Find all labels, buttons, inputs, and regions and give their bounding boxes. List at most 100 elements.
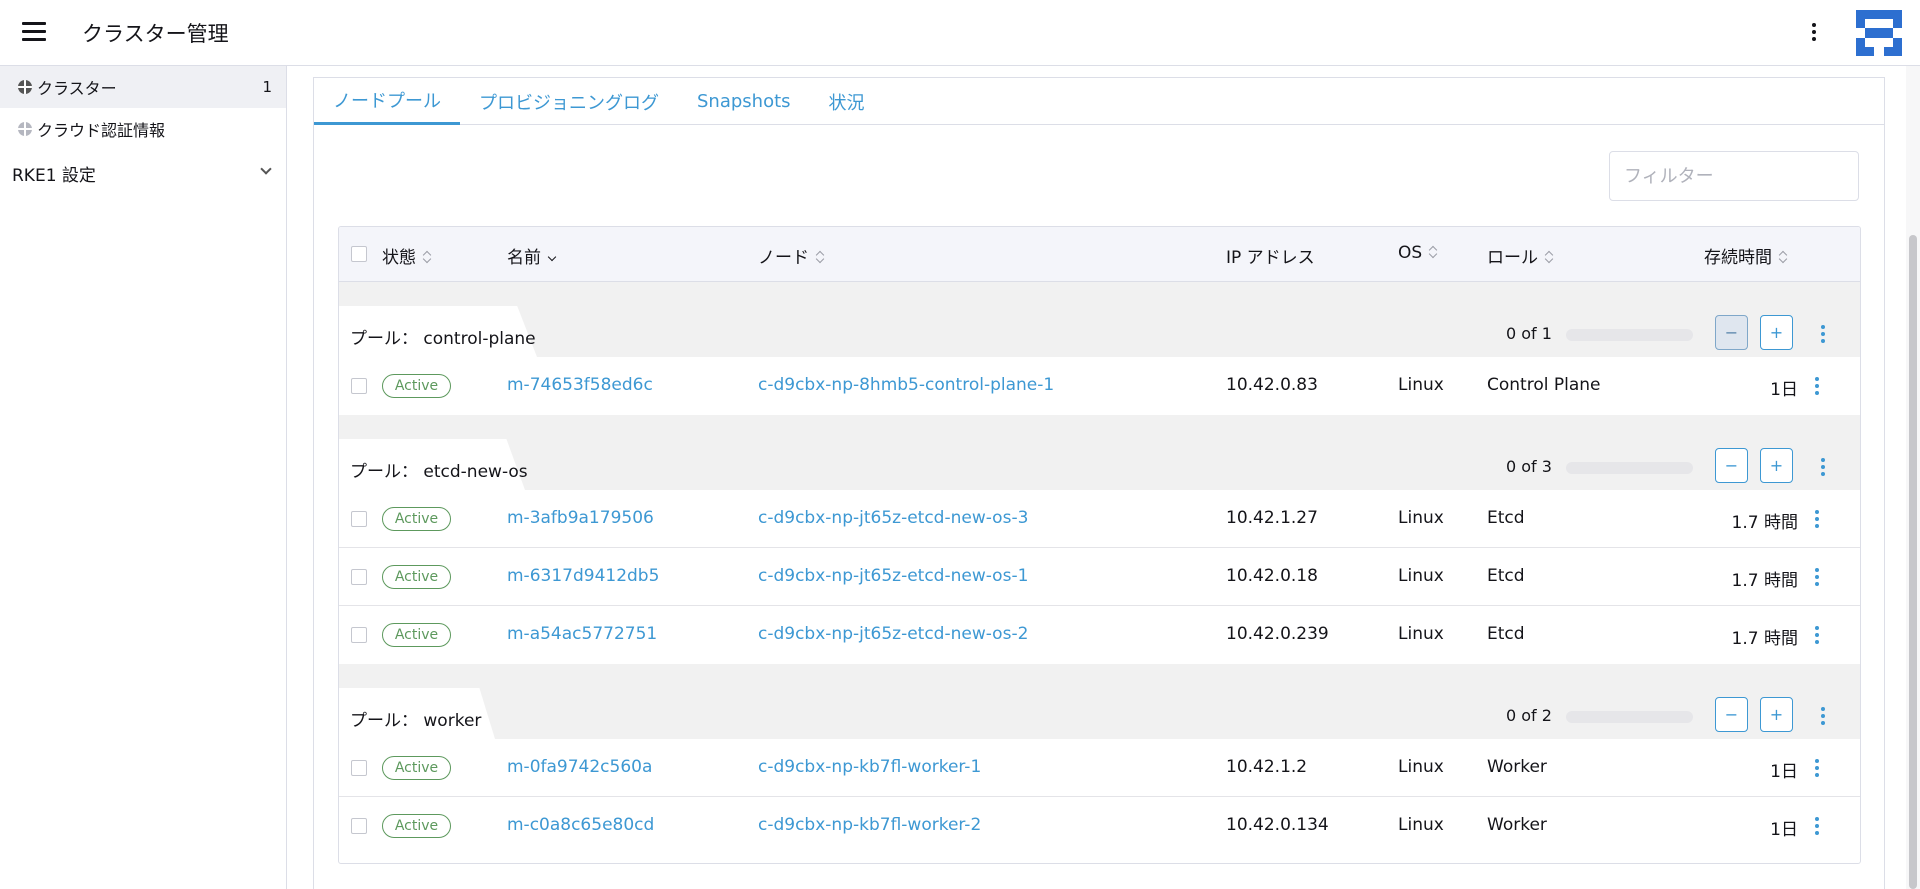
table-row: Active m-6317d9412db5 c-d9cbx-np-jt65z-etc… — [339, 548, 1860, 606]
pool-group-header: プール： etcd-new-os 0 of 3 − + — [339, 415, 1860, 490]
pool-actions-kebab-icon[interactable] — [1813, 455, 1833, 479]
status-badge: Active — [382, 565, 451, 589]
scale-down-button[interactable]: − — [1715, 315, 1748, 350]
row-actions-kebab-icon[interactable] — [1807, 623, 1827, 647]
row-checkbox[interactable] — [351, 378, 367, 394]
pool-progress-bar — [1566, 711, 1693, 723]
pool-label: プール： worker — [350, 711, 482, 731]
column-header-age[interactable]: 存続時間 — [1704, 243, 1788, 268]
machine-name-link[interactable]: m-0fa9742c560a — [507, 757, 652, 777]
sidebar-group-rke1-settings[interactable]: RKE1 設定 — [0, 150, 286, 196]
sort-icon — [1544, 250, 1554, 264]
table-row: Active m-0fa9742c560a c-d9cbx-np-kb7fl-wor… — [339, 739, 1860, 797]
pool-actions-kebab-icon[interactable] — [1813, 704, 1833, 728]
pool-node-count: 0 of 3 — [1506, 457, 1552, 476]
os-value: Linux — [1398, 375, 1444, 395]
sidebar-item-count: 1 — [262, 78, 272, 96]
row-actions-kebab-icon[interactable] — [1807, 756, 1827, 780]
machine-name-link[interactable]: m-c0a8c65e80cd — [507, 815, 654, 835]
sidebar: クラスター 1 クラウド認証情報 RKE1 設定 — [0, 66, 287, 889]
age-value: 1日 — [1770, 762, 1798, 782]
filter-input[interactable] — [1609, 151, 1859, 201]
table-row: Active m-a54ac5772751 c-d9cbx-np-jt65z-etc… — [339, 606, 1860, 664]
machine-name-link[interactable]: m-6317d9412db5 — [507, 566, 659, 586]
node-name-link[interactable]: c-d9cbx-np-kb7fl-worker-2 — [758, 815, 981, 835]
status-badge: Active — [382, 623, 451, 647]
node-name-link[interactable]: c-d9cbx-np-jt65z-etcd-new-os-3 — [758, 508, 1028, 528]
select-all-checkbox[interactable] — [351, 246, 367, 262]
pool-label: プール： control-plane — [350, 329, 536, 349]
sort-icon — [815, 250, 825, 264]
sidebar-item-clusters[interactable]: クラスター 1 — [0, 66, 286, 108]
more-options-icon[interactable] — [1800, 18, 1828, 46]
globe-icon — [18, 122, 32, 136]
column-header-os[interactable]: OS — [1398, 243, 1438, 263]
scale-up-button[interactable]: + — [1760, 697, 1793, 732]
pool-actions-kebab-icon[interactable] — [1813, 322, 1833, 346]
row-actions-kebab-icon[interactable] — [1807, 507, 1827, 531]
ip-address: 10.42.0.134 — [1226, 815, 1329, 835]
row-checkbox[interactable] — [351, 760, 367, 776]
table-row: Active m-c0a8c65e80cd c-d9cbx-np-kb7fl-wor… — [339, 797, 1860, 855]
table-row: Active m-74653f58ed6c c-d9cbx-np-8hmb5-con… — [339, 357, 1860, 415]
avatar[interactable] — [1856, 10, 1902, 56]
column-header-ip: IP アドレス — [1226, 248, 1315, 268]
pool-node-count: 0 of 2 — [1506, 706, 1552, 725]
table-row: Active m-3afb9a179506 c-d9cbx-np-jt65z-etc… — [339, 490, 1860, 548]
age-value: 1日 — [1770, 820, 1798, 840]
tab-bar: ノードプール プロビジョニングログ Snapshots 状況 — [314, 78, 1884, 125]
row-actions-kebab-icon[interactable] — [1807, 374, 1827, 398]
scale-up-button[interactable]: + — [1760, 315, 1793, 350]
pool-group-header: プール： control-plane 0 of 1 − + — [339, 282, 1860, 357]
tab-provisioning-log[interactable]: プロビジョニングログ — [460, 78, 678, 125]
node-name-link[interactable]: c-d9cbx-np-kb7fl-worker-1 — [758, 757, 981, 777]
column-header-name[interactable]: 名前 — [507, 243, 557, 268]
ip-address: 10.42.1.27 — [1226, 508, 1318, 528]
os-value: Linux — [1398, 566, 1444, 586]
os-value: Linux — [1398, 508, 1444, 528]
status-badge: Active — [382, 756, 451, 780]
scale-down-button[interactable]: − — [1715, 448, 1748, 483]
status-badge: Active — [382, 814, 451, 838]
sort-icon — [422, 250, 432, 264]
sort-icon — [1778, 250, 1788, 264]
machine-name-link[interactable]: m-a54ac5772751 — [507, 624, 657, 644]
scale-up-button[interactable]: + — [1760, 448, 1793, 483]
hamburger-icon[interactable] — [22, 22, 46, 42]
tab-conditions[interactable]: 状況 — [810, 78, 884, 125]
node-name-link[interactable]: c-d9cbx-np-jt65z-etcd-new-os-1 — [758, 566, 1028, 586]
row-checkbox[interactable] — [351, 569, 367, 585]
globe-icon — [18, 80, 32, 94]
role-value: Worker — [1487, 757, 1547, 777]
chevron-down-icon — [260, 163, 272, 175]
os-value: Linux — [1398, 757, 1444, 777]
pool-node-count: 0 of 1 — [1506, 324, 1552, 343]
status-badge: Active — [382, 507, 451, 531]
row-checkbox[interactable] — [351, 818, 367, 834]
scrollbar-thumb[interactable] — [1909, 235, 1917, 889]
sort-icon — [1428, 245, 1438, 259]
role-value: Etcd — [1487, 566, 1525, 586]
machine-name-link[interactable]: m-3afb9a179506 — [507, 508, 654, 528]
row-checkbox[interactable] — [351, 511, 367, 527]
column-header-state[interactable]: 状態 — [382, 243, 432, 268]
node-name-link[interactable]: c-d9cbx-np-jt65z-etcd-new-os-2 — [758, 624, 1028, 644]
machine-name-link[interactable]: m-74653f58ed6c — [507, 375, 653, 395]
ip-address: 10.42.0.83 — [1226, 375, 1318, 395]
row-actions-kebab-icon[interactable] — [1807, 814, 1827, 838]
column-header-node[interactable]: ノード — [758, 243, 825, 268]
ip-address: 10.42.0.18 — [1226, 566, 1318, 586]
row-checkbox[interactable] — [351, 627, 367, 643]
age-value: 1.7 時間 — [1731, 571, 1798, 591]
os-value: Linux — [1398, 815, 1444, 835]
node-name-link[interactable]: c-d9cbx-np-8hmb5-control-plane-1 — [758, 375, 1054, 395]
scale-down-button[interactable]: − — [1715, 697, 1748, 732]
tab-node-pools[interactable]: ノードプール — [314, 78, 460, 125]
tab-snapshots[interactable]: Snapshots — [678, 78, 810, 125]
row-actions-kebab-icon[interactable] — [1807, 565, 1827, 589]
ip-address: 10.42.1.2 — [1226, 757, 1308, 777]
column-header-role[interactable]: ロール — [1487, 243, 1554, 268]
pool-progress-bar — [1566, 462, 1693, 474]
sidebar-item-cloud-credentials[interactable]: クラウド認証情報 — [0, 108, 286, 150]
sidebar-item-label: クラスター — [37, 79, 117, 98]
